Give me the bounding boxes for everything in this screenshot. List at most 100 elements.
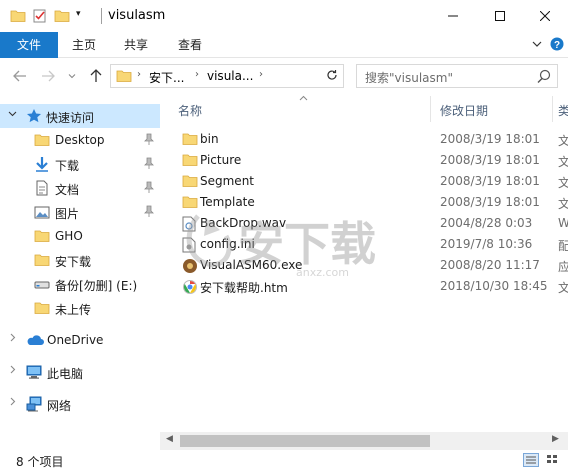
item-count: 8 个项目 — [16, 455, 64, 469]
nav-network[interactable]: 网络 — [0, 392, 160, 416]
sort-up-icon — [299, 94, 308, 103]
chevron-down-icon[interactable] — [532, 38, 542, 52]
nav-label: GHO — [55, 229, 83, 243]
maximize-icon[interactable] — [477, 0, 523, 32]
table-row[interactable]: Template 2008/3/19 18:01 文 — [160, 192, 568, 213]
column-header-type[interactable]: 类 — [558, 102, 568, 119]
drive-icon — [34, 276, 50, 295]
table-row[interactable]: config.ini 2019/7/8 10:36 配 — [160, 234, 568, 255]
scroll-left-icon[interactable]: ◀ — [166, 434, 173, 444]
table-row[interactable]: 安下载帮助.htm 2018/10/30 18:45 文 — [160, 276, 568, 297]
title-separator — [101, 8, 102, 24]
forward-icon[interactable] — [38, 66, 58, 86]
nav-item-anxz[interactable]: 安下载 — [0, 248, 160, 272]
nav-quick-access[interactable]: 快速访问 — [0, 104, 160, 128]
pin-icon[interactable] — [144, 205, 154, 220]
file-type: W — [558, 216, 568, 230]
tab-file[interactable]: 文件 — [0, 32, 58, 58]
tab-share[interactable]: 共享 — [114, 32, 158, 58]
pin-icon[interactable] — [144, 181, 154, 196]
nav-label: 快速访问 — [46, 111, 95, 125]
nav-label: Desktop — [55, 133, 105, 147]
breadcrumb-item[interactable]: 安下... — [149, 69, 184, 86]
folder-icon — [116, 69, 132, 86]
file-type: 文 — [558, 197, 568, 211]
file-name: Template — [200, 195, 255, 209]
chevron-right-icon[interactable]: › — [259, 69, 263, 80]
svg-text:?: ? — [554, 40, 560, 51]
column-header-name[interactable]: 名称 — [178, 102, 202, 119]
address-row: › 安下... › visula... › 搜索"visulasm" — [0, 58, 568, 94]
folder-icon — [34, 300, 50, 319]
refresh-button[interactable] — [320, 64, 344, 88]
table-row[interactable]: Picture 2008/3/19 18:01 文 — [160, 150, 568, 171]
nav-item-desktop[interactable]: Desktop — [0, 128, 160, 152]
chevron-right-icon[interactable] — [8, 397, 17, 409]
file-type: 配 — [558, 239, 568, 253]
nav-item-documents[interactable]: 文档 — [0, 176, 160, 200]
nav-item-downloads[interactable]: 下载 — [0, 152, 160, 176]
html-file-icon — [182, 279, 198, 298]
horizontal-scrollbar[interactable]: ◀ ▶ — [160, 432, 568, 450]
close-icon[interactable] — [522, 0, 568, 32]
folder-icon — [182, 174, 198, 191]
status-bar: 8 个项目 — [0, 450, 568, 470]
chevron-right-icon[interactable]: › — [137, 69, 141, 80]
search-input[interactable]: 搜索"visulasm" — [356, 64, 558, 88]
file-name: Picture — [200, 153, 242, 167]
file-list: 名称 修改日期 类 bin 2008/3/19 18:01 文 Picture … — [160, 94, 568, 450]
nav-label: 网络 — [47, 399, 72, 413]
column-divider[interactable] — [552, 96, 553, 122]
recent-locations-icon[interactable] — [62, 66, 82, 86]
scroll-right-icon[interactable]: ▶ — [552, 434, 559, 444]
file-date: 2019/7/8 10:36 — [440, 237, 533, 251]
large-icons-view-icon[interactable] — [545, 453, 561, 467]
up-icon[interactable] — [86, 66, 106, 86]
star-icon — [26, 108, 42, 127]
minimize-icon[interactable] — [430, 0, 476, 32]
nav-label: 文档 — [55, 183, 80, 197]
pin-icon[interactable] — [144, 157, 154, 172]
table-row[interactable]: bin 2008/3/19 18:01 文 — [160, 129, 568, 150]
folder-icon — [34, 252, 50, 271]
nav-onedrive[interactable]: OneDrive — [0, 328, 160, 352]
table-row[interactable]: Segment 2008/3/19 18:01 文 — [160, 171, 568, 192]
new-folder-icon[interactable] — [54, 8, 70, 27]
column-header-date[interactable]: 修改日期 — [440, 102, 488, 119]
breadcrumb-item[interactable]: visula... — [207, 69, 253, 83]
computer-icon — [26, 364, 42, 383]
file-name: config.ini — [200, 237, 255, 251]
scroll-thumb[interactable] — [180, 435, 430, 447]
tab-home[interactable]: 主页 — [62, 32, 106, 58]
nav-this-pc[interactable]: 此电脑 — [0, 360, 160, 384]
nav-item-backup-drive[interactable]: 备份[勿删] (E:) — [0, 272, 160, 296]
tab-view[interactable]: 查看 — [168, 32, 212, 58]
nav-item-gho[interactable]: GHO — [0, 224, 160, 248]
dropdown-icon[interactable]: ▾ — [76, 9, 81, 19]
search-icon[interactable] — [537, 69, 551, 86]
document-icon — [34, 180, 50, 199]
details-view-icon[interactable] — [523, 453, 539, 467]
file-type: 文 — [558, 176, 568, 190]
table-row[interactable]: BackDrop.wav 2004/8/28 0:03 W — [160, 213, 568, 234]
pin-icon[interactable] — [144, 133, 154, 148]
folder-icon — [182, 153, 198, 170]
file-date: 2008/8/20 11:17 — [440, 258, 540, 272]
table-row[interactable]: VisualASM60.exe 2008/8/20 11:17 应 — [160, 255, 568, 276]
file-name: bin — [200, 132, 219, 146]
address-bar[interactable]: › 安下... › visula... › — [110, 64, 421, 88]
nav-item-pictures[interactable]: 图片 — [0, 200, 160, 224]
picture-icon — [34, 204, 50, 223]
column-divider[interactable] — [430, 96, 431, 122]
chevron-right-icon[interactable] — [8, 333, 17, 345]
nav-label: 备份[勿删] (E:) — [55, 279, 138, 293]
download-arrow-icon — [34, 156, 50, 175]
chevron-right-icon[interactable] — [8, 365, 17, 377]
file-name: BackDrop.wav — [200, 216, 287, 230]
chevron-right-icon[interactable]: › — [195, 69, 199, 80]
chevron-down-icon[interactable] — [8, 109, 17, 121]
back-icon[interactable] — [10, 66, 30, 86]
properties-icon[interactable] — [32, 8, 48, 27]
nav-item-not-uploaded[interactable]: 未上传 — [0, 296, 160, 320]
help-icon[interactable]: ? — [550, 37, 564, 54]
